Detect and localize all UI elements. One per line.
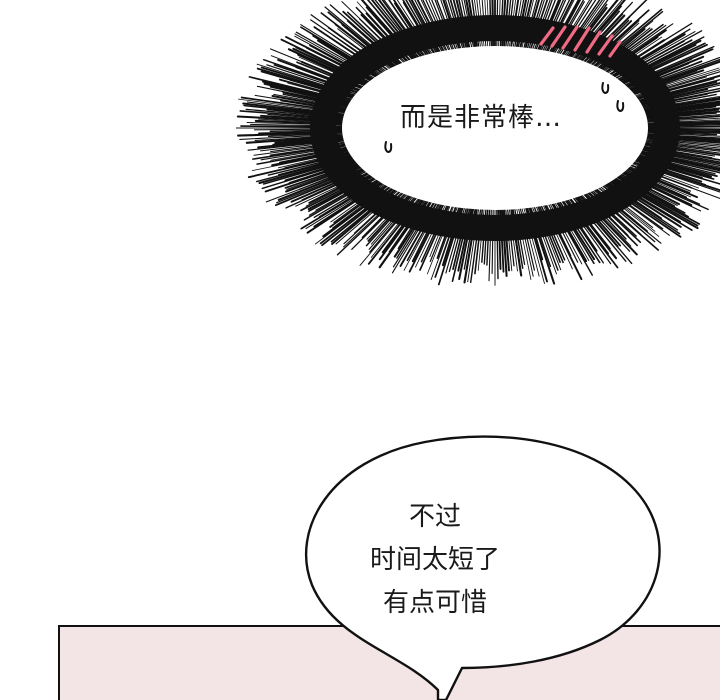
speech-line: 时间太短了 xyxy=(369,545,500,575)
speech-line: 不过 xyxy=(408,502,461,532)
thought-bubble-text: 而是非常棒… xyxy=(400,103,563,133)
speech-line: 有点可惜 xyxy=(382,588,487,618)
comic-page: 而是非常棒… 不过 时间太短了 有点可惜 xyxy=(0,0,720,700)
speech-bubble-text: 不过 时间太短了 有点可惜 xyxy=(335,496,535,625)
